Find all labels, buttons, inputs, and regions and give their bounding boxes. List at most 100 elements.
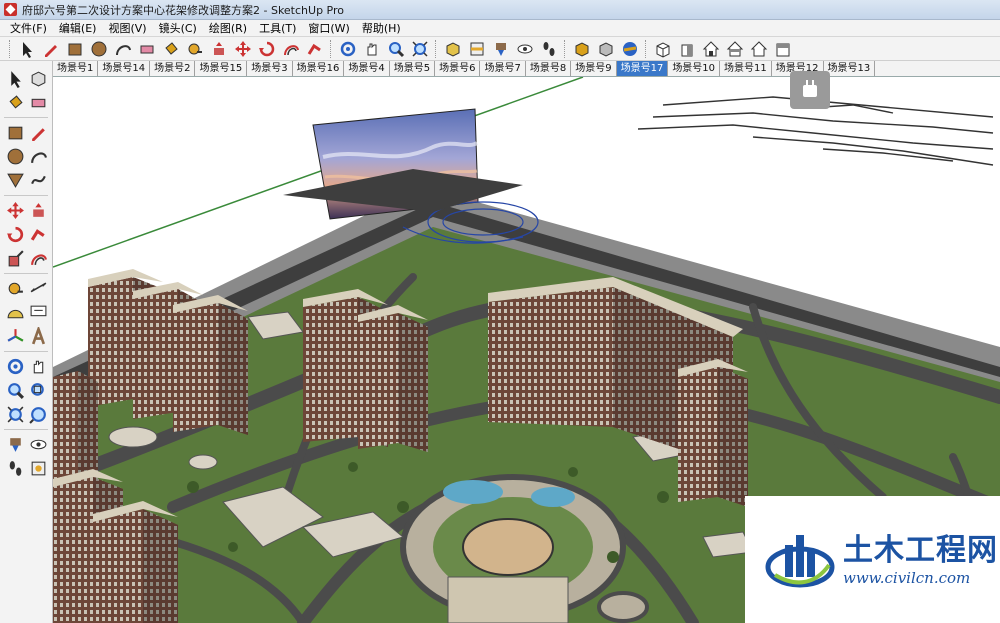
left-walk-tool[interactable] (4, 457, 26, 479)
fog-button[interactable] (596, 39, 616, 59)
left-orbit-tool[interactable] (4, 355, 26, 377)
rotate-button[interactable] (257, 39, 277, 59)
scene-tab-3[interactable]: 场景号15 (195, 61, 248, 76)
left-axes-tool[interactable] (4, 325, 26, 347)
left-look-around-tool[interactable] (27, 433, 49, 455)
scene-tab-9[interactable]: 场景号7 (480, 61, 526, 76)
top-view-button[interactable] (725, 39, 745, 59)
rectangle-button[interactable] (65, 39, 85, 59)
scene-tab-16[interactable]: 场景号13 (824, 61, 876, 76)
left-offset-tool[interactable] (27, 247, 49, 269)
left-dimension-tool[interactable] (27, 277, 49, 299)
zoom-button[interactable] (386, 39, 406, 59)
zoom-extents-button[interactable] (410, 39, 430, 59)
follow-me-icon (30, 228, 45, 241)
left-select-tool[interactable] (4, 67, 26, 89)
menu-item-1[interactable]: 编辑(E) (53, 20, 103, 37)
left-zoom-extents-tool[interactable] (4, 403, 26, 425)
scene-tab-2[interactable]: 场景号2 (150, 61, 196, 76)
left-line-tool[interactable] (27, 121, 49, 143)
scene-tab-4[interactable]: 场景号3 (247, 61, 293, 76)
left-move-tool[interactable] (4, 199, 26, 221)
offset-button[interactable] (281, 39, 301, 59)
home-view-button[interactable] (701, 39, 721, 59)
left-protractor-tool[interactable] (4, 301, 26, 323)
section-button[interactable] (467, 39, 487, 59)
components-button[interactable] (443, 39, 463, 59)
scene-tab-7[interactable]: 场景号5 (390, 61, 436, 76)
left-tape-measure-tool[interactable] (4, 277, 26, 299)
scene-tab-0[interactable]: 场景号1 (53, 61, 99, 76)
watermark: 土木工程网 www.civilcn.com (745, 496, 1000, 623)
push-pull-icon (214, 41, 224, 55)
left-component-tool[interactable] (27, 67, 49, 89)
scene-tab-10[interactable]: 场景号8 (526, 61, 572, 76)
left-section-plane-tool[interactable] (27, 457, 49, 479)
text-icon (30, 305, 46, 316)
orbit-button[interactable] (338, 39, 358, 59)
rectangle-icon (8, 126, 22, 139)
left-text-tool[interactable] (27, 301, 49, 323)
scene-tab-13[interactable]: 场景号10 (668, 61, 721, 76)
pencil-button[interactable] (41, 39, 61, 59)
left-zoom-tool[interactable] (4, 379, 26, 401)
tool-separator (4, 117, 48, 118)
back-view-button[interactable] (773, 39, 793, 59)
pan-button[interactable] (362, 39, 382, 59)
left-pan-tool[interactable] (27, 355, 49, 377)
scene-tab-14[interactable]: 场景号11 (720, 61, 772, 76)
menu-item-5[interactable]: 工具(T) (253, 20, 302, 37)
menu-item-7[interactable]: 帮助(H) (356, 20, 407, 37)
left-3d-text-tool[interactable] (27, 325, 49, 347)
arc-button[interactable] (113, 39, 133, 59)
left-paint-tool[interactable] (4, 91, 26, 113)
left-circle-tool[interactable] (4, 145, 26, 167)
eraser-button[interactable] (137, 39, 157, 59)
left-previous-view-tool[interactable] (27, 403, 49, 425)
scene-tab-6[interactable]: 场景号4 (344, 61, 390, 76)
walk-button[interactable] (539, 39, 559, 59)
scene-tab-1[interactable]: 场景号14 (98, 61, 151, 76)
left-rectangle-tool[interactable] (4, 121, 26, 143)
tape-measure-button[interactable] (185, 39, 205, 59)
move-button[interactable] (233, 39, 253, 59)
title-bar: 府邸六号第二次设计方案中心花架修改调整方案2 - SketchUp Pro (0, 0, 1000, 20)
left-zoom-window-tool[interactable] (27, 379, 49, 401)
menu-item-2[interactable]: 视图(V) (102, 20, 152, 37)
zoom-window-icon (30, 382, 44, 396)
paint-bucket-button[interactable] (161, 39, 181, 59)
left-arc-tool[interactable] (27, 145, 49, 167)
menu-item-6[interactable]: 窗口(W) (302, 20, 355, 37)
left-freehand-tool[interactable] (27, 169, 49, 191)
look-around-button[interactable] (515, 39, 535, 59)
civilcn-logo-icon (765, 525, 835, 595)
circle-button[interactable] (89, 39, 109, 59)
left-rotate-tool[interactable] (4, 223, 26, 245)
push-pull-button[interactable] (209, 39, 229, 59)
scene-tab-11[interactable]: 场景号9 (571, 61, 617, 76)
left-polygon-tool[interactable] (4, 169, 26, 191)
menu-item-4[interactable]: 绘图(R) (203, 20, 253, 37)
left-scale-tool[interactable] (4, 247, 26, 269)
right-view-button[interactable] (749, 39, 769, 59)
scene-tab-8[interactable]: 场景号6 (435, 61, 481, 76)
left-push-pull-tool[interactable] (27, 199, 49, 221)
menu-item-0[interactable]: 文件(F) (4, 20, 53, 37)
iso-view-button[interactable] (653, 39, 673, 59)
plugin-badge[interactable] (790, 71, 830, 109)
position-camera-button[interactable] (491, 39, 511, 59)
offset-icon (30, 253, 47, 265)
select-button[interactable] (17, 39, 37, 59)
left-position-camera-tool[interactable] (4, 433, 26, 455)
circle-icon (91, 41, 107, 56)
rotate-icon (259, 41, 275, 56)
scene-tab-12[interactable]: 场景号17 (616, 61, 669, 76)
left-follow-me-tool[interactable] (27, 223, 49, 245)
sandbox-button[interactable] (620, 39, 640, 59)
shadow-button[interactable] (572, 39, 592, 59)
scene-tab-5[interactable]: 场景号16 (293, 61, 345, 76)
front-view-button[interactable] (677, 39, 697, 59)
menu-item-3[interactable]: 镜头(C) (153, 20, 203, 37)
follow-me-button[interactable] (305, 39, 325, 59)
left-eraser-tool[interactable] (27, 91, 49, 113)
